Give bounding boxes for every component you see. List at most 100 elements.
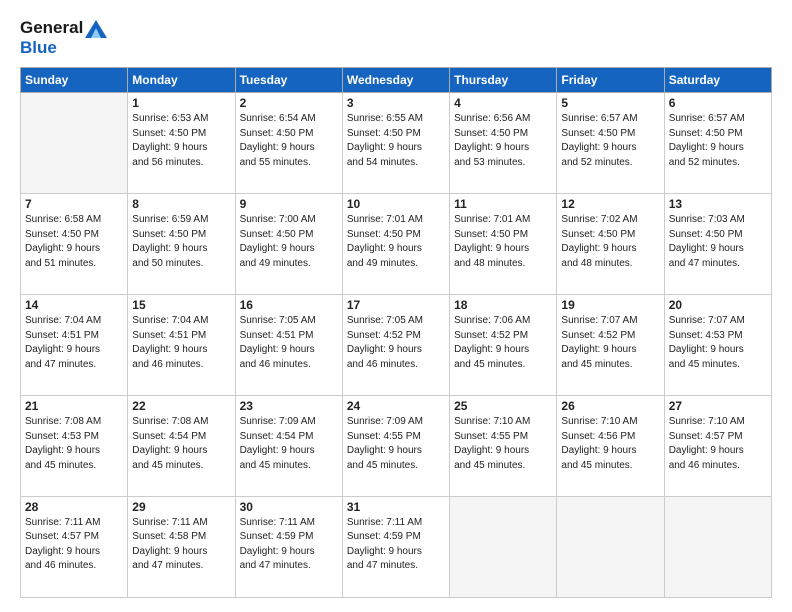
day-info: Sunrise: 7:09 AMSunset: 4:55 PMDaylight:… (347, 415, 445, 473)
day-number: 27 (669, 399, 767, 413)
day-info: Sunrise: 7:10 AMSunset: 4:55 PMDaylight:… (454, 415, 552, 473)
day-info: Sunrise: 7:08 AMSunset: 4:54 PMDaylight:… (132, 415, 230, 473)
calendar-day-23: 23 Sunrise: 7:09 AMSunset: 4:54 PMDayligh… (235, 396, 342, 497)
logo-text: General (20, 18, 107, 38)
calendar-day-30: 30 Sunrise: 7:11 AMSunset: 4:59 PMDayligh… (235, 496, 342, 597)
day-number: 23 (240, 399, 338, 413)
day-number: 9 (240, 197, 338, 211)
calendar-day-3: 3 Sunrise: 6:55 AMSunset: 4:50 PMDaylight… (342, 93, 449, 194)
day-info: Sunrise: 7:02 AMSunset: 4:50 PMDaylight:… (561, 213, 659, 271)
day-number: 31 (347, 500, 445, 514)
day-info: Sunrise: 7:11 AMSunset: 4:59 PMDaylight:… (240, 516, 338, 574)
day-info: Sunrise: 6:54 AMSunset: 4:50 PMDaylight:… (240, 112, 338, 170)
calendar-day-6: 6Sunrise: 6:57 AMSunset: 4:50 PMDaylight… (664, 93, 771, 194)
calendar-day-14: 14Sunrise: 7:04 AMSunset: 4:51 PMDayligh… (21, 295, 128, 396)
day-number: 13 (669, 197, 767, 211)
calendar-day-1: 1Sunrise: 6:53 AMSunset: 4:50 PMDaylight… (128, 93, 235, 194)
day-number: 6 (669, 96, 767, 110)
weekday-header-thursday: Thursday (450, 68, 557, 93)
weekday-header-friday: Friday (557, 68, 664, 93)
calendar-week-row: 7 Sunrise: 6:58 AMSunset: 4:50 PMDaylight… (21, 194, 772, 295)
calendar-week-row: 28 Sunrise: 7:11 AMSunset: 4:57 PMDayligh… (21, 496, 772, 597)
calendar-day-20: 20Sunrise: 7:07 AMSunset: 4:53 PMDayligh… (664, 295, 771, 396)
calendar-table: SundayMondayTuesdayWednesdayThursdayFrid… (20, 67, 772, 598)
day-number: 8 (132, 197, 230, 211)
day-number: 19 (561, 298, 659, 312)
calendar-week-row: 14 Sunrise: 7:04 AMSunset: 4:51 PMDayligh… (21, 295, 772, 396)
day-number: 30 (240, 500, 338, 514)
day-info: Sunrise: 6:55 AMSunset: 4:50 PMDaylight:… (347, 112, 445, 170)
day-number: 24 (347, 399, 445, 413)
day-number: 2 (240, 96, 338, 110)
day-number: 4 (454, 96, 552, 110)
calendar-day-2: 2 Sunrise: 6:54 AMSunset: 4:50 PMDaylight… (235, 93, 342, 194)
calendar-empty-cell (450, 496, 557, 597)
day-info: Sunrise: 7:07 AMSunset: 4:52 PMDaylight:… (561, 314, 659, 372)
calendar-day-29: 29 Sunrise: 7:11 AMSunset: 4:58 PMDayligh… (128, 496, 235, 597)
weekday-header-wednesday: Wednesday (342, 68, 449, 93)
calendar-day-13: 13 Sunrise: 7:03 AMSunset: 4:50 PMDayligh… (664, 194, 771, 295)
calendar-day-18: 18 Sunrise: 7:06 AMSunset: 4:52 PMDayligh… (450, 295, 557, 396)
day-info: Sunrise: 7:11 AMSunset: 4:57 PMDaylight:… (25, 516, 123, 574)
day-info: Sunrise: 7:05 AMSunset: 4:52 PMDaylight:… (347, 314, 445, 372)
day-number: 22 (132, 399, 230, 413)
day-number: 3 (347, 96, 445, 110)
weekday-header-tuesday: Tuesday (235, 68, 342, 93)
weekday-header-monday: Monday (128, 68, 235, 93)
calendar-day-31: 31Sunrise: 7:11 AMSunset: 4:59 PMDayligh… (342, 496, 449, 597)
day-info: Sunrise: 6:58 AMSunset: 4:50 PMDaylight:… (25, 213, 123, 271)
weekday-header-saturday: Saturday (664, 68, 771, 93)
calendar-day-5: 5 Sunrise: 6:57 AMSunset: 4:50 PMDaylight… (557, 93, 664, 194)
day-number: 18 (454, 298, 552, 312)
day-number: 28 (25, 500, 123, 514)
calendar-day-12: 12 Sunrise: 7:02 AMSunset: 4:50 PMDayligh… (557, 194, 664, 295)
day-info: Sunrise: 7:11 AMSunset: 4:58 PMDaylight:… (132, 516, 230, 574)
calendar-day-7: 7 Sunrise: 6:58 AMSunset: 4:50 PMDaylight… (21, 194, 128, 295)
day-number: 17 (347, 298, 445, 312)
calendar-day-22: 22 Sunrise: 7:08 AMSunset: 4:54 PMDayligh… (128, 396, 235, 497)
calendar-day-25: 25 Sunrise: 7:10 AMSunset: 4:55 PMDayligh… (450, 396, 557, 497)
calendar-day-28: 28 Sunrise: 7:11 AMSunset: 4:57 PMDayligh… (21, 496, 128, 597)
day-number: 15 (132, 298, 230, 312)
day-number: 29 (132, 500, 230, 514)
calendar-empty-cell (21, 93, 128, 194)
day-number: 25 (454, 399, 552, 413)
calendar-day-24: 24 Sunrise: 7:09 AMSunset: 4:55 PMDayligh… (342, 396, 449, 497)
calendar-day-9: 9 Sunrise: 7:00 AMSunset: 4:50 PMDaylight… (235, 194, 342, 295)
calendar-empty-cell (557, 496, 664, 597)
day-number: 16 (240, 298, 338, 312)
day-info: Sunrise: 6:57 AMSunset: 4:50 PMDaylight:… (561, 112, 659, 170)
day-info: Sunrise: 7:01 AMSunset: 4:50 PMDaylight:… (454, 213, 552, 271)
day-number: 26 (561, 399, 659, 413)
calendar-day-17: 17 Sunrise: 7:05 AMSunset: 4:52 PMDayligh… (342, 295, 449, 396)
day-number: 5 (561, 96, 659, 110)
day-number: 20 (669, 298, 767, 312)
calendar-day-21: 21Sunrise: 7:08 AMSunset: 4:53 PMDayligh… (21, 396, 128, 497)
calendar-day-8: 8 Sunrise: 6:59 AMSunset: 4:50 PMDaylight… (128, 194, 235, 295)
header: General Blue (20, 18, 772, 57)
calendar-day-10: 10Sunrise: 7:01 AMSunset: 4:50 PMDayligh… (342, 194, 449, 295)
day-info: Sunrise: 7:10 AMSunset: 4:56 PMDaylight:… (561, 415, 659, 473)
day-info: Sunrise: 7:08 AMSunset: 4:53 PMDaylight:… (25, 415, 123, 473)
day-info: Sunrise: 6:53 AMSunset: 4:50 PMDaylight:… (132, 112, 230, 170)
logo-blue: Blue (20, 38, 107, 58)
calendar-day-19: 19 Sunrise: 7:07 AMSunset: 4:52 PMDayligh… (557, 295, 664, 396)
calendar-empty-cell (664, 496, 771, 597)
calendar-day-4: 4Sunrise: 6:56 AMSunset: 4:50 PMDaylight… (450, 93, 557, 194)
calendar-day-11: 11Sunrise: 7:01 AMSunset: 4:50 PMDayligh… (450, 194, 557, 295)
day-info: Sunrise: 7:05 AMSunset: 4:51 PMDaylight:… (240, 314, 338, 372)
calendar-week-row: 21Sunrise: 7:08 AMSunset: 4:53 PMDayligh… (21, 396, 772, 497)
weekday-header-row: SundayMondayTuesdayWednesdayThursdayFrid… (21, 68, 772, 93)
calendar-day-26: 26 Sunrise: 7:10 AMSunset: 4:56 PMDayligh… (557, 396, 664, 497)
day-info: Sunrise: 7:03 AMSunset: 4:50 PMDaylight:… (669, 213, 767, 271)
day-number: 7 (25, 197, 123, 211)
day-info: Sunrise: 7:09 AMSunset: 4:54 PMDaylight:… (240, 415, 338, 473)
day-number: 14 (25, 298, 123, 312)
calendar-day-16: 16 Sunrise: 7:05 AMSunset: 4:51 PMDayligh… (235, 295, 342, 396)
day-info: Sunrise: 7:00 AMSunset: 4:50 PMDaylight:… (240, 213, 338, 271)
day-info: Sunrise: 6:59 AMSunset: 4:50 PMDaylight:… (132, 213, 230, 271)
day-info: Sunrise: 7:01 AMSunset: 4:50 PMDaylight:… (347, 213, 445, 271)
day-info: Sunrise: 7:06 AMSunset: 4:52 PMDaylight:… (454, 314, 552, 372)
day-info: Sunrise: 7:04 AMSunset: 4:51 PMDaylight:… (132, 314, 230, 372)
day-number: 12 (561, 197, 659, 211)
